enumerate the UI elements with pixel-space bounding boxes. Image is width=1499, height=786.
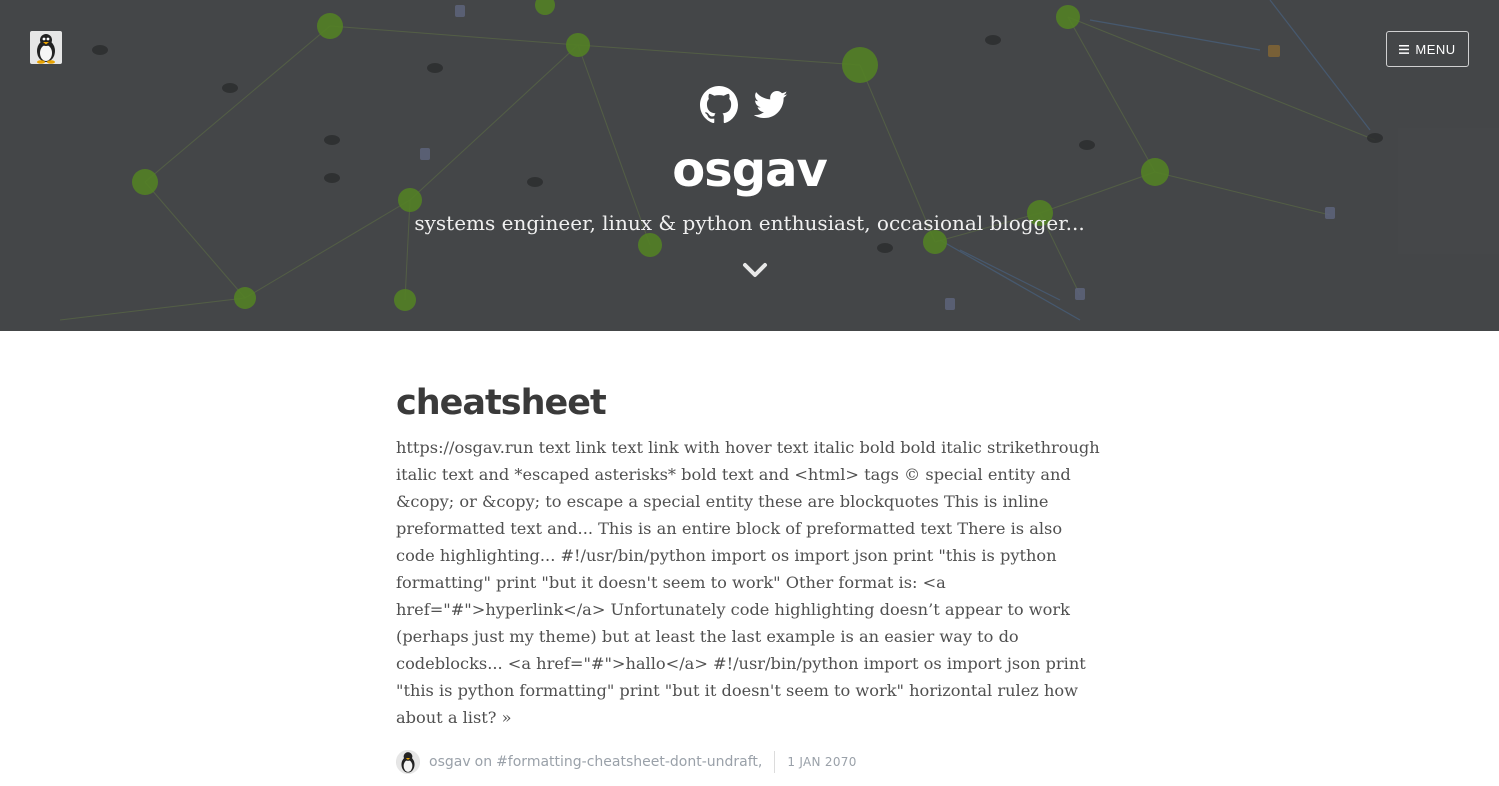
menu-label: MENU (1415, 41, 1456, 57)
menu-button[interactable]: MENU (1386, 31, 1469, 67)
post-meta: osgav on #formatting-cheatsheet-dont-und… (396, 750, 857, 774)
post-date: 1 JAN 2070 (787, 755, 857, 769)
meta-divider (774, 751, 776, 773)
post-tag[interactable]: #formatting-cheatsheet-dont-undraft, (496, 754, 762, 770)
tux-penguin-icon (37, 34, 55, 64)
github-icon[interactable] (700, 86, 738, 124)
site-description: systems engineer, linux & python enthusi… (414, 211, 1085, 235)
site-logo[interactable] (30, 31, 62, 64)
chevron-down-icon[interactable] (740, 258, 770, 282)
tux-penguin-icon (396, 750, 420, 774)
post-card: cheatsheet https://osgav.run text link t… (396, 376, 1100, 731)
author-avatar[interactable] (396, 750, 420, 774)
site-header: MENU osgav systems engineer, linux & pyt… (0, 0, 1499, 331)
site-title[interactable]: osgav (0, 140, 1499, 200)
twitter-icon[interactable] (754, 90, 788, 120)
social-links (700, 86, 788, 124)
meta-on-word: on (474, 754, 493, 770)
author-name[interactable]: osgav (429, 754, 471, 770)
post-excerpt[interactable]: https://osgav.run text link text link wi… (396, 434, 1100, 731)
post-title[interactable]: cheatsheet (396, 376, 1100, 430)
hamburger-icon (1399, 44, 1410, 54)
